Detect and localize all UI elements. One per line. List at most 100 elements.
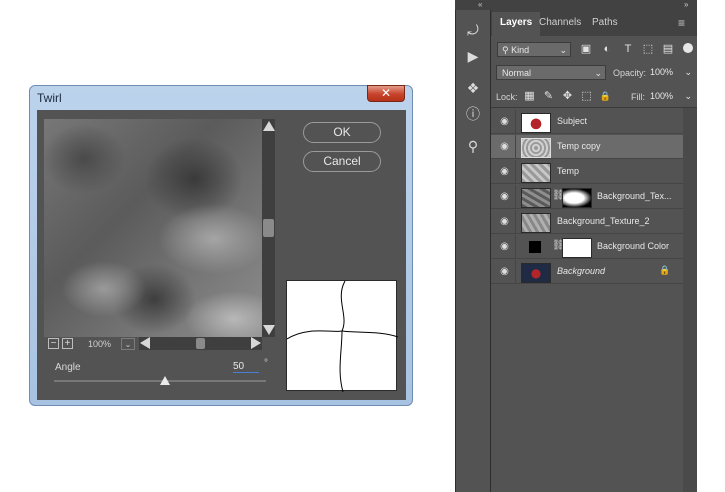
zoom-out-button[interactable]: −	[48, 338, 59, 349]
layer-name: Temp copy	[557, 141, 601, 151]
ok-button[interactable]: OK	[303, 122, 381, 143]
layer-thumbnail	[521, 238, 551, 258]
layer-thumbnail	[521, 113, 551, 133]
cancel-button[interactable]: Cancel	[303, 151, 381, 172]
layer-row-background-texture[interactable]: ◉ ⛓ Background_Tex...	[491, 185, 683, 209]
twirl-curves-graphic	[286, 280, 399, 393]
visibility-eye-icon[interactable]: ◉	[499, 191, 510, 202]
lock-label: Lock:	[496, 92, 518, 102]
panel-collapse-bar[interactable]	[455, 0, 697, 10]
twirl-distortion-preview	[286, 280, 399, 393]
blend-mode-select[interactable]: Normal ⌄	[496, 65, 606, 80]
visibility-eye-icon[interactable]: ◉	[499, 116, 510, 127]
visibility-eye-icon[interactable]: ◉	[499, 166, 510, 177]
lock-all-icon[interactable]: 🔒	[599, 89, 612, 103]
divider	[515, 135, 516, 159]
filter-kind-select[interactable]: ⚲ Kind ⌄	[497, 42, 571, 57]
close-button[interactable]: ✕	[367, 85, 405, 102]
filter-kind-value: Kind	[511, 45, 530, 55]
angle-label: Angle	[55, 362, 81, 373]
divider	[515, 160, 516, 184]
clone-source-icon[interactable]: ⚲	[461, 136, 485, 156]
zoom-level: 100%	[88, 339, 112, 349]
divider	[515, 260, 516, 284]
filter-toggle-icon[interactable]	[683, 43, 693, 53]
panel-menu-icon[interactable]: ≡	[678, 16, 685, 30]
scroll-left-arrow-icon[interactable]	[140, 337, 150, 349]
chevron-down-icon: ⌄	[594, 68, 602, 78]
layer-name: Background	[557, 266, 606, 276]
layer-mask-thumbnail[interactable]	[562, 188, 592, 208]
layer-row-background[interactable]: ◉ Background 🔒	[491, 260, 683, 284]
angle-slider-handle[interactable]	[160, 376, 170, 385]
layer-row-background-texture-2[interactable]: ◉ Background_Texture_2	[491, 210, 683, 234]
scroll-down-arrow-icon[interactable]	[263, 325, 275, 335]
chevron-down-icon: ⌄	[684, 67, 692, 77]
search-icon: ⚲	[502, 45, 512, 55]
fill-color-swatch	[529, 241, 541, 253]
layer-name: Subject	[557, 116, 588, 126]
layer-row-background-color[interactable]: ◉ ⛓ Background Color	[491, 235, 683, 259]
visibility-eye-icon[interactable]: ◉	[499, 241, 510, 252]
play-action-icon[interactable]: ▶	[461, 46, 485, 66]
divider	[515, 235, 516, 259]
layer-lock-icon: 🔒	[659, 265, 671, 275]
type-filter-icon[interactable]: T	[621, 42, 635, 56]
horizontal-scroll-thumb[interactable]	[196, 338, 205, 349]
divider	[515, 110, 516, 134]
fill-value: 100%	[650, 91, 674, 101]
lock-transparent-icon[interactable]: ▦	[523, 89, 536, 103]
properties-cube-icon[interactable]: ❖	[461, 78, 485, 98]
collapse-left-icon[interactable]: «	[478, 0, 482, 9]
layer-thumbnail	[521, 263, 551, 283]
layer-mask-thumbnail[interactable]	[562, 238, 592, 258]
zoom-dropdown-chevron-icon[interactable]: ⌄	[121, 338, 135, 350]
smart-object-filter-icon[interactable]: ▤	[661, 42, 675, 56]
divider	[491, 107, 697, 108]
vertical-scroll-thumb[interactable]	[263, 219, 274, 237]
divider	[515, 210, 516, 234]
scroll-right-arrow-icon[interactable]	[251, 337, 261, 349]
layer-thumbnail	[521, 188, 551, 208]
visibility-eye-icon[interactable]: ◉	[499, 266, 510, 277]
info-icon[interactable]: ⓘ	[461, 104, 485, 124]
layers-scrollbar[interactable]	[683, 108, 697, 492]
opacity-input[interactable]: 100% ⌄	[650, 65, 692, 80]
tab-channels[interactable]: Channels	[531, 12, 589, 36]
opacity-label: Opacity:	[613, 68, 647, 78]
layer-row-temp-copy[interactable]: ◉ Temp copy	[491, 135, 683, 159]
chevron-down-icon: ⌄	[684, 91, 692, 101]
collapsed-panel-strip	[455, 0, 491, 492]
layer-name: Background_Tex...	[597, 191, 672, 201]
visibility-eye-icon[interactable]: ◉	[499, 216, 510, 227]
opacity-value: 100%	[650, 67, 674, 77]
visibility-eye-icon[interactable]: ◉	[499, 141, 510, 152]
degree-unit: °	[264, 358, 268, 369]
layer-thumbnail	[521, 163, 551, 183]
layer-row-subject[interactable]: ◉ Subject	[491, 110, 683, 134]
lock-image-icon[interactable]: ✎	[542, 89, 555, 103]
scroll-up-arrow-icon[interactable]	[263, 121, 275, 131]
history-brush-icon[interactable]: ⤾	[461, 20, 485, 40]
dialog-title: Twirl	[37, 91, 62, 105]
fill-input[interactable]: 100% ⌄	[650, 89, 692, 104]
filter-preview-image[interactable]	[44, 119, 262, 337]
layer-thumbnail	[521, 213, 551, 233]
lock-position-icon[interactable]: ✥	[561, 89, 574, 103]
adjustment-filter-icon[interactable]: ◐	[600, 42, 614, 56]
zoom-in-button[interactable]: +	[62, 338, 73, 349]
fill-label: Fill:	[631, 92, 645, 102]
tab-paths[interactable]: Paths	[584, 12, 626, 36]
layer-name: Background Color	[597, 241, 670, 251]
shape-filter-icon[interactable]: ⬚	[641, 42, 655, 56]
layer-name: Temp	[557, 166, 580, 176]
collapse-right-icon[interactable]: »	[684, 0, 688, 9]
angle-input[interactable]: 50	[233, 361, 259, 373]
layer-row-temp[interactable]: ◉ Temp	[491, 160, 683, 184]
lock-artboard-icon[interactable]: ⬚	[580, 89, 593, 103]
layer-name: Background_Texture_2	[557, 216, 650, 226]
blend-mode-value: Normal	[502, 68, 532, 78]
image-filter-icon[interactable]: ▣	[579, 42, 593, 56]
chevron-down-icon: ⌄	[559, 45, 567, 55]
divider	[515, 185, 516, 209]
